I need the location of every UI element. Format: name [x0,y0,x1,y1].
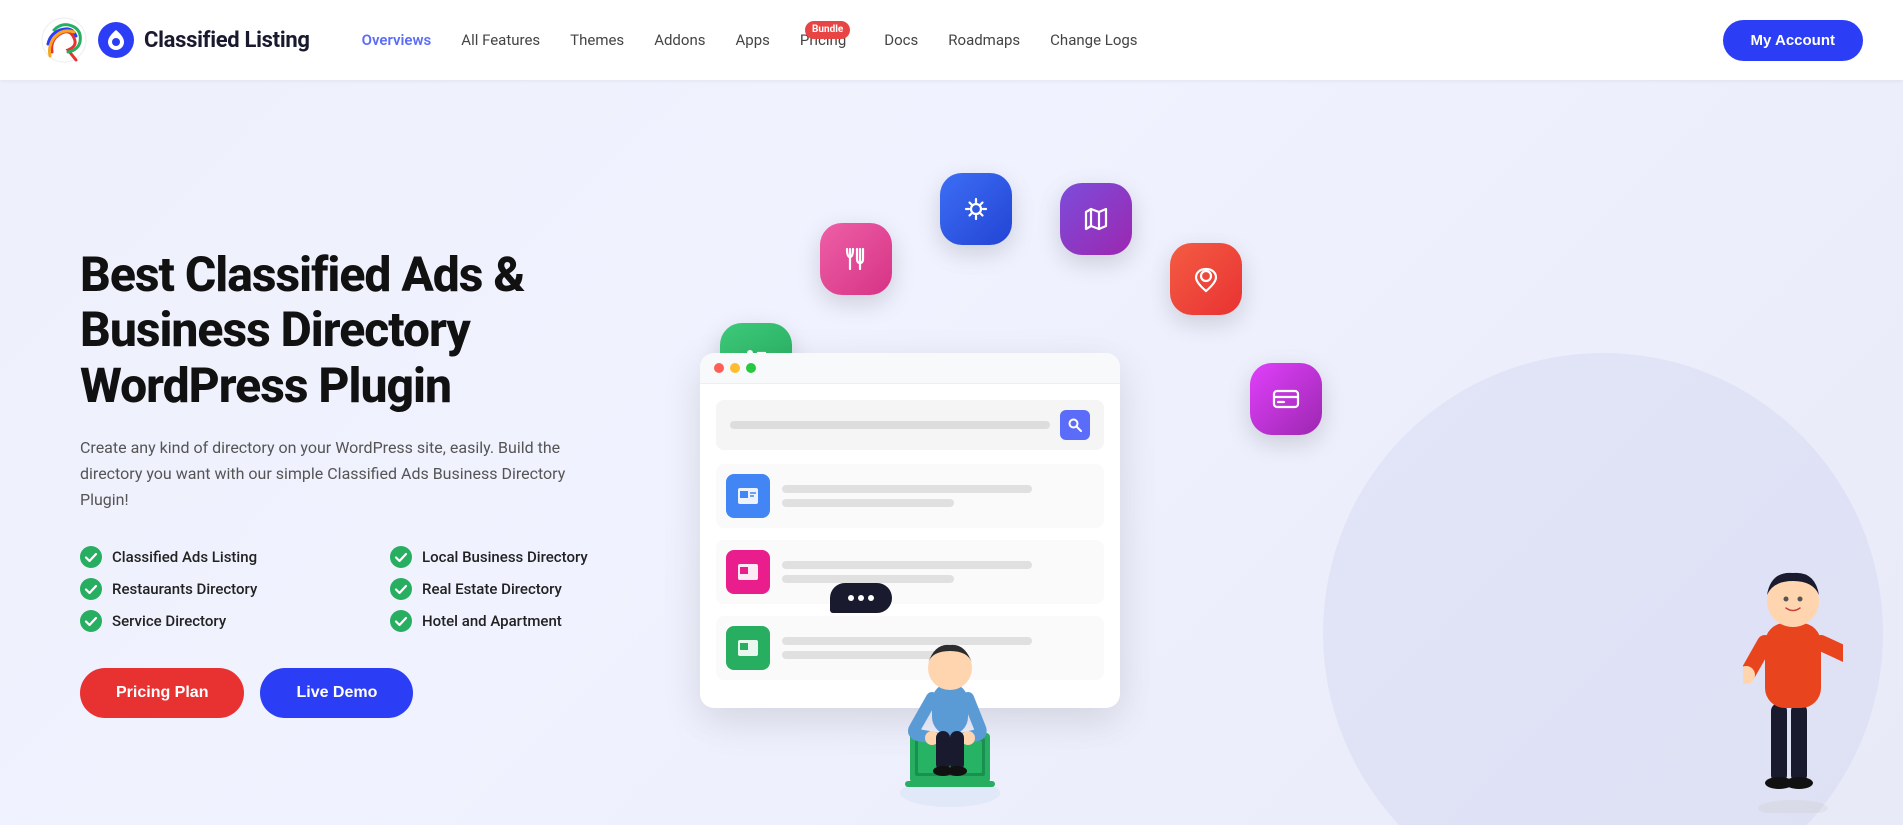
pricing-plan-button[interactable]: Pricing Plan [80,668,244,718]
mock-thumb-3 [726,626,770,670]
mock-line [782,561,1032,569]
r-logo-icon [40,16,88,64]
check-icon-1 [80,546,102,568]
cta-buttons: Pricing Plan Live Demo [80,668,660,718]
window-dot-red [714,363,724,373]
hero-section: Best Classified Ads & Business Directory… [0,80,1903,825]
float-icon-restaurant [820,223,892,295]
mock-line [782,499,954,507]
check-icon-6 [390,610,412,632]
cl-logo-icon [98,22,134,58]
person-right-illustration [1743,513,1843,813]
mock-search-button [1060,410,1090,440]
live-demo-button[interactable]: Live Demo [260,668,413,718]
hero-content: Best Classified Ads & Business Directory… [80,227,660,718]
mock-listing-card-1 [716,464,1104,528]
chat-dot-1 [848,595,854,601]
logo-title: Classified Listing [144,28,310,53]
nav-docs[interactable]: Docs [872,25,930,55]
nav-all-features[interactable]: All Features [449,25,552,55]
character-illustration [860,573,1040,813]
mock-thumb-1 [726,474,770,518]
main-nav: Overviews All Features Themes Addons App… [350,25,1711,55]
nav-roadmaps[interactable]: Roadmaps [936,25,1032,55]
bundle-badge: Bundle [805,21,850,39]
feature-item-6: Hotel and Apartment [390,610,660,632]
nav-change-logs[interactable]: Change Logs [1038,25,1149,55]
hero-description: Create any kind of directory on your Wor… [80,435,580,514]
feature-item-1: Classified Ads Listing [80,546,350,568]
float-icon-card [1250,363,1322,435]
check-icon-4 [390,578,412,600]
features-list: Classified Ads Listing Local Business Di… [80,546,660,632]
mock-card-lines-1 [782,485,1094,507]
float-icon-location [1170,243,1242,315]
feature-item-4: Real Estate Directory [390,578,660,600]
window-dot-green [746,363,756,373]
logo-link[interactable]: Classified Listing [40,16,310,64]
feature-item-3: Restaurants Directory [80,578,350,600]
nav-overviews[interactable]: Overviews [350,25,444,55]
check-icon-2 [390,546,412,568]
float-icon-gear [940,173,1012,245]
hero-illustration [660,133,1823,813]
mock-thumb-2 [726,550,770,594]
nav-addons[interactable]: Addons [642,25,717,55]
mock-search-input-line [730,421,1050,429]
check-icon-5 [80,610,102,632]
window-dot-yellow [730,363,740,373]
feature-item-2: Local Business Directory [390,546,660,568]
feature-item-5: Service Directory [80,610,350,632]
mock-line [782,485,1032,493]
my-account-button[interactable]: My Account [1723,20,1863,61]
mock-search-bar [716,400,1104,450]
check-icon-3 [80,578,102,600]
hero-title: Best Classified Ads & Business Directory… [80,247,660,413]
nav-apps[interactable]: Apps [723,25,781,55]
nav-themes[interactable]: Themes [558,25,636,55]
nav-pricing[interactable]: Pricing Bundle [788,25,866,55]
float-icon-map [1060,183,1132,255]
browser-bar [700,353,1120,384]
